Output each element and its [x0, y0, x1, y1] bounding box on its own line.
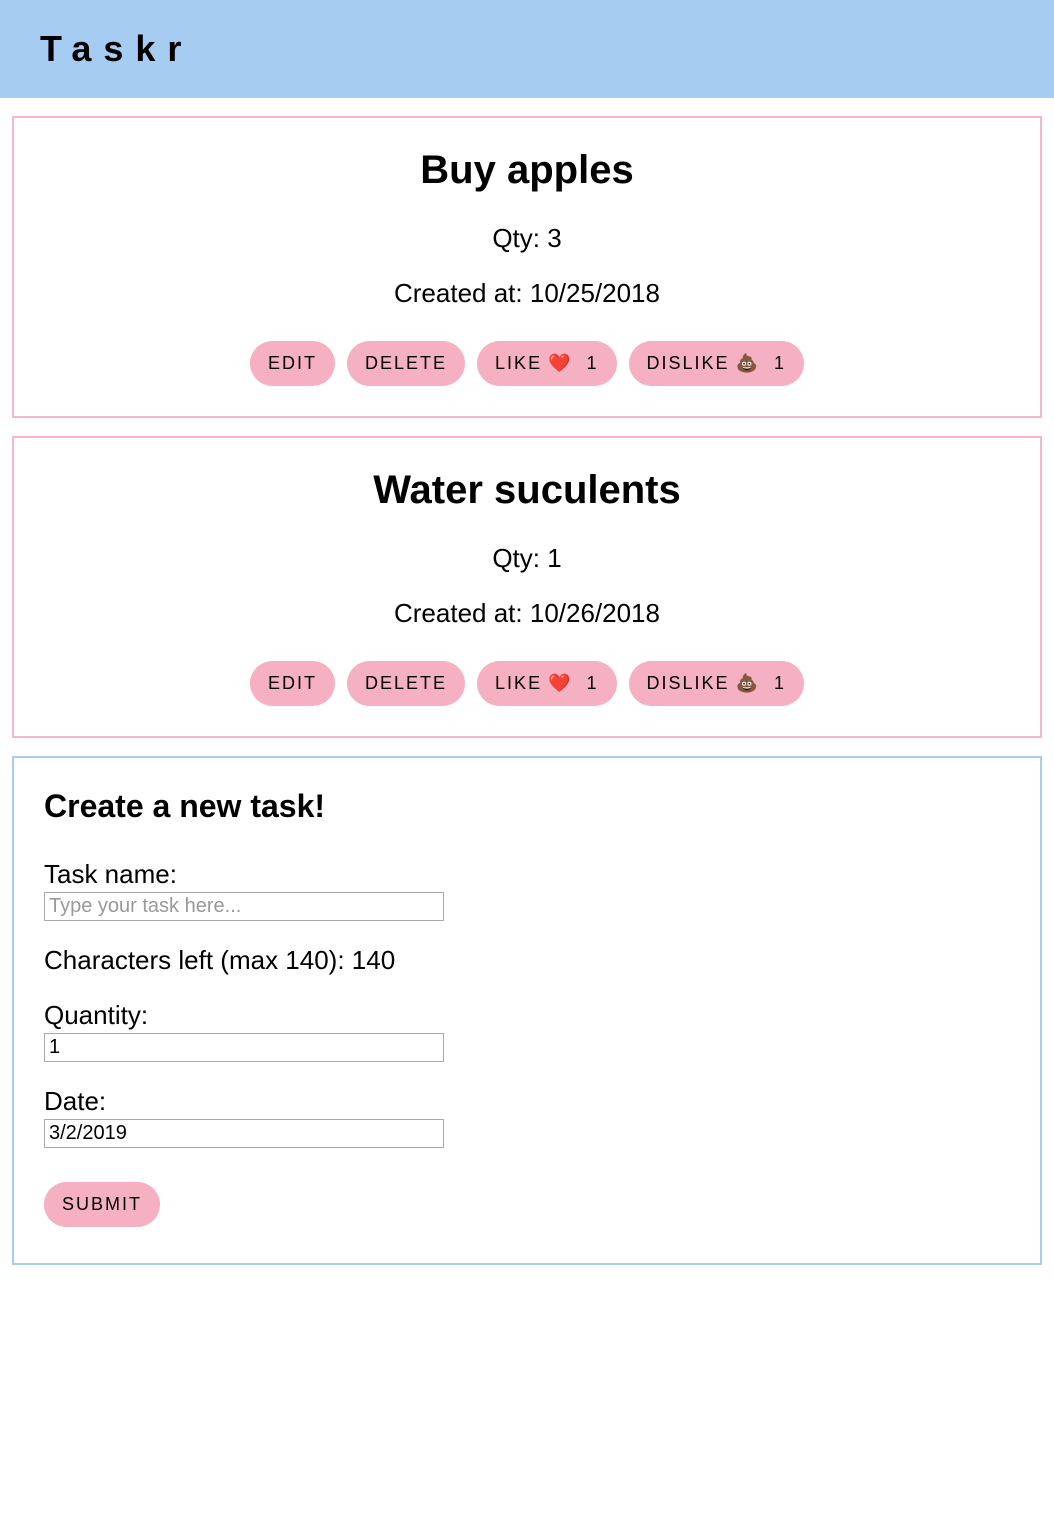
quantity-input[interactable] [44, 1033, 444, 1062]
task-qty: Qty: 1 [34, 543, 1020, 574]
dislike-count: 1 [774, 673, 786, 694]
heart-icon: ❤️ [548, 353, 572, 374]
edit-button[interactable]: EDIT [250, 661, 335, 706]
like-count: 1 [587, 353, 599, 374]
delete-label: DELETE [365, 353, 447, 374]
task-qty: Qty: 3 [34, 223, 1020, 254]
edit-label: EDIT [268, 673, 317, 694]
task-created: Created at: 10/26/2018 [34, 598, 1020, 629]
like-label: LIKE [495, 353, 542, 374]
delete-button[interactable]: DELETE [347, 661, 465, 706]
task-title: Buy apples [34, 148, 1020, 193]
date-label: Date: [44, 1086, 1010, 1117]
task-button-row: EDIT DELETE LIKE ❤️ 1 DISLIKE 💩 1 [34, 661, 1020, 706]
task-created: Created at: 10/25/2018 [34, 278, 1020, 309]
task-name-input[interactable] [44, 892, 444, 921]
create-task-form: Create a new task! Task name: Characters… [12, 756, 1042, 1265]
like-count: 1 [587, 673, 599, 694]
like-button[interactable]: LIKE ❤️ 1 [477, 661, 616, 706]
delete-label: DELETE [365, 673, 447, 694]
task-button-row: EDIT DELETE LIKE ❤️ 1 DISLIKE 💩 1 [34, 341, 1020, 386]
poop-icon: 💩 [736, 353, 760, 374]
submit-button[interactable]: SUBMIT [44, 1182, 160, 1227]
main-content: Buy apples Qty: 3 Created at: 10/25/2018… [0, 98, 1054, 1301]
like-label: LIKE [495, 673, 542, 694]
task-name-label: Task name: [44, 859, 1010, 890]
dislike-button[interactable]: DISLIKE 💩 1 [629, 661, 804, 706]
chars-left-label: Characters left (max 140): 140 [44, 945, 1010, 976]
submit-row: SUBMIT [44, 1182, 1010, 1227]
task-card: Water suculents Qty: 1 Created at: 10/26… [12, 436, 1042, 738]
task-card: Buy apples Qty: 3 Created at: 10/25/2018… [12, 116, 1042, 418]
dislike-count: 1 [774, 353, 786, 374]
poop-icon: 💩 [736, 673, 760, 694]
app-title: Taskr [40, 28, 1014, 70]
like-button[interactable]: LIKE ❤️ 1 [477, 341, 616, 386]
task-title: Water suculents [34, 468, 1020, 513]
dislike-label: DISLIKE [647, 673, 730, 694]
form-title: Create a new task! [44, 788, 1010, 825]
dislike-label: DISLIKE [647, 353, 730, 374]
heart-icon: ❤️ [548, 673, 572, 694]
quantity-label: Quantity: [44, 1000, 1010, 1031]
app-header: Taskr [0, 0, 1054, 98]
delete-button[interactable]: DELETE [347, 341, 465, 386]
dislike-button[interactable]: DISLIKE 💩 1 [629, 341, 804, 386]
edit-button[interactable]: EDIT [250, 341, 335, 386]
edit-label: EDIT [268, 353, 317, 374]
date-input[interactable] [44, 1119, 444, 1148]
submit-label: SUBMIT [62, 1194, 142, 1215]
